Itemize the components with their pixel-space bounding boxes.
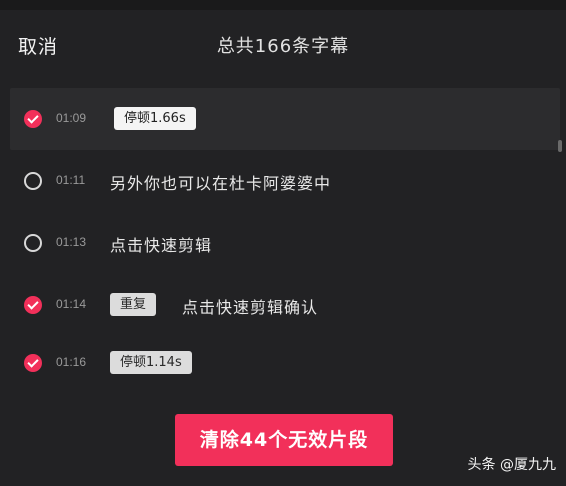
pause-tag: 停顿1.66s: [114, 107, 196, 130]
pause-tag: 停顿1.14s: [110, 351, 192, 374]
subtitle-text: 点击快速剪辑确认: [182, 298, 319, 317]
page-title: 总共166条字幕: [216, 36, 350, 57]
checkbox-unchecked-icon[interactable]: [24, 234, 42, 252]
subtitle-row-1[interactable]: 01:09 停顿1.66s: [10, 88, 560, 150]
checkbox-checked-icon[interactable]: [24, 110, 42, 128]
timestamp: 01:16: [56, 355, 87, 369]
timestamp: 01:09: [56, 111, 87, 125]
timestamp: 01:11: [56, 173, 86, 187]
subtitle-row-3[interactable]: 01:13 点击快速剪辑: [10, 212, 560, 274]
timestamp: 01:13: [56, 235, 87, 249]
subtitle-row-5[interactable]: 01:16 停顿1.14s: [10, 332, 560, 394]
clear-invalid-segments-button[interactable]: 清除44个无效片段: [175, 414, 393, 466]
checkbox-checked-icon[interactable]: [24, 354, 42, 372]
checkbox-checked-icon[interactable]: [24, 296, 42, 314]
timestamp: 01:14: [56, 297, 87, 311]
subtitle-text: 点击快速剪辑: [110, 236, 213, 255]
status-strip: [0, 0, 566, 10]
subtitle-row-2[interactable]: 01:11 另外你也可以在杜卡阿婆婆中: [10, 150, 560, 212]
subtitle-text: 另外你也可以在杜卡阿婆婆中: [110, 174, 332, 193]
watermark: 头条 @厦九九: [467, 457, 556, 473]
header: 取消 总共166条字幕: [0, 22, 566, 70]
scrollbar-thumb[interactable]: [558, 140, 562, 152]
repeat-tag: 重复: [110, 293, 157, 316]
checkbox-unchecked-icon[interactable]: [24, 172, 42, 190]
subtitle-row-4[interactable]: 01:14 重复 点击快速剪辑确认: [10, 274, 560, 336]
